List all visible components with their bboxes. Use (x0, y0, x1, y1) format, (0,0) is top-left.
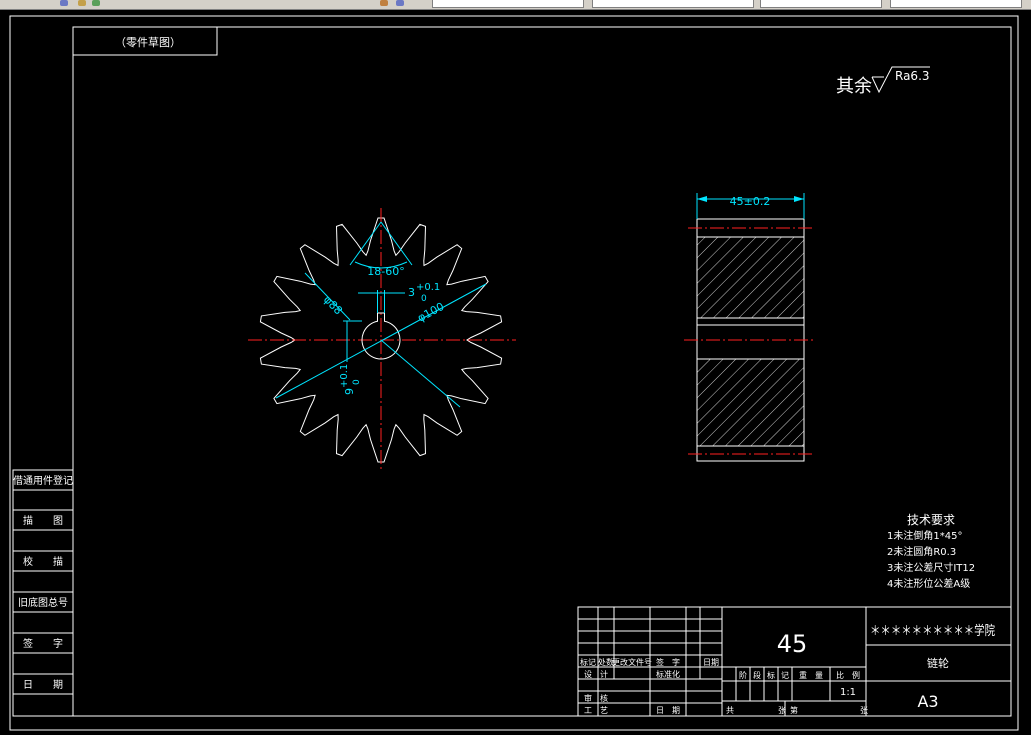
tech-requirements: 技术要求 1未注倒角1*45° 2未注圆角R0.3 3未注公差尺寸IT12 4未… (887, 513, 975, 590)
tb-stage-label: 记 (781, 671, 789, 680)
tb-row-review: 审 核 (584, 693, 608, 703)
tb-sheet-page: 第 (790, 705, 798, 715)
tech-req-item: 3未注公差尺寸IT12 (887, 561, 975, 574)
toolbar-icon[interactable] (396, 0, 404, 6)
tb-header-label: 签 字 (656, 657, 680, 667)
tb-header-label: 标记 (580, 657, 596, 667)
toolbar-icon[interactable] (60, 0, 68, 6)
tb-row-process: 工 艺 (584, 706, 608, 715)
tb-sheet-total: 共 (726, 706, 734, 715)
side-panel-label: 旧底图总号 (18, 596, 68, 609)
outer-dia-text: φ100 (415, 300, 446, 325)
toolbar-color-field[interactable] (592, 0, 754, 8)
tb-material: 45 (777, 630, 808, 658)
toolbar-linetype-field[interactable] (760, 0, 882, 8)
tb-school: ＊＊＊＊＊＊＊＊＊＊学院 (870, 623, 995, 639)
tech-req-title: 技术要求 (907, 513, 955, 527)
tb-sheet-unit1: 张 (778, 706, 786, 715)
toolbar-icon[interactable] (78, 0, 86, 6)
keyway-width-main: 3 (408, 286, 415, 299)
tb-sheet-unit2: 张 (860, 706, 868, 715)
toolbar-icon[interactable] (380, 0, 388, 6)
toolbar-icon[interactable] (92, 0, 100, 6)
sprocket-front-view: 18-60° 3 +0.1 0 φ88 φ100 9 +0.1 0 (248, 208, 516, 472)
side-panel-label: 日 期 (23, 679, 63, 691)
side-panel-label: 描 图 (23, 514, 63, 527)
tech-req-item: 2未注圆角R0.3 (887, 545, 956, 558)
sheet-label-box: （零件草图） (72, 26, 218, 56)
angle-dim-text: 18-60° (367, 265, 404, 278)
inner-frame (72, 26, 1012, 717)
keyway-width-lower: 0 (421, 294, 427, 304)
roughness-prefix: 其余 (836, 76, 872, 97)
toolbar-lineweight-field[interactable] (890, 0, 1022, 8)
tb-row-design: 设 计 (584, 669, 608, 679)
section-view: 45±0.2 (684, 193, 816, 462)
radial-leader (380, 339, 461, 408)
key-depth-upper: +0.1 (339, 364, 350, 388)
section-lower-hatch (696, 358, 805, 447)
side-panel-label: 校 描 (23, 555, 63, 568)
tech-req-item: 4未注形位公差A级 (887, 577, 970, 590)
section-upper-hatch (696, 236, 805, 319)
toolbar-layer-field[interactable] (432, 0, 584, 8)
key-depth-main: 9 (343, 388, 356, 395)
tb-part-name: 链轮 (927, 656, 949, 670)
keyway-width-upper: +0.1 (416, 282, 440, 293)
face-width-text: 45±0.2 (730, 195, 771, 208)
roughness-value: Ra6.3 (895, 69, 930, 83)
tb-header-label: 日期 (703, 658, 719, 667)
tb-scale: 1:1 (840, 687, 856, 698)
side-panel: 借通用件登记 描 图 校 描 旧底图总号 签 字 日 期 (12, 469, 74, 717)
pitch-dia-text: φ88 (321, 293, 345, 317)
tb-header-label: 更改文件号 (612, 657, 652, 667)
tech-req-item: 1未注倒角1*45° (887, 529, 962, 542)
tb-row-date: 日 期 (656, 706, 680, 715)
drawing-canvas[interactable]: （零件草图） 借通用件登记 描 图 校 描 旧底图总号 签 字 日 期 其余 R… (0, 9, 1031, 735)
key-depth-lower: 0 (352, 379, 362, 385)
tb-stage-label: 标 (767, 670, 775, 680)
tb-weight-label: 重 量 (799, 670, 823, 680)
sheet-label: （零件草图） (115, 36, 181, 49)
tb-row-std: 标准化 (656, 669, 680, 679)
tb-stage-label: 段 (753, 670, 761, 680)
tb-sheet-size: A3 (917, 692, 938, 711)
side-panel-label: 签 字 (23, 637, 63, 650)
key-depth-dimension (343, 320, 362, 362)
outer-frame (9, 15, 1019, 731)
tb-stage-label: 阶 (739, 670, 747, 680)
tb-scale-label: 比 例 (836, 670, 860, 680)
roughness-note: 其余 Ra6.3 (836, 66, 930, 97)
side-panel-label: 借通用件登记 (13, 474, 73, 487)
